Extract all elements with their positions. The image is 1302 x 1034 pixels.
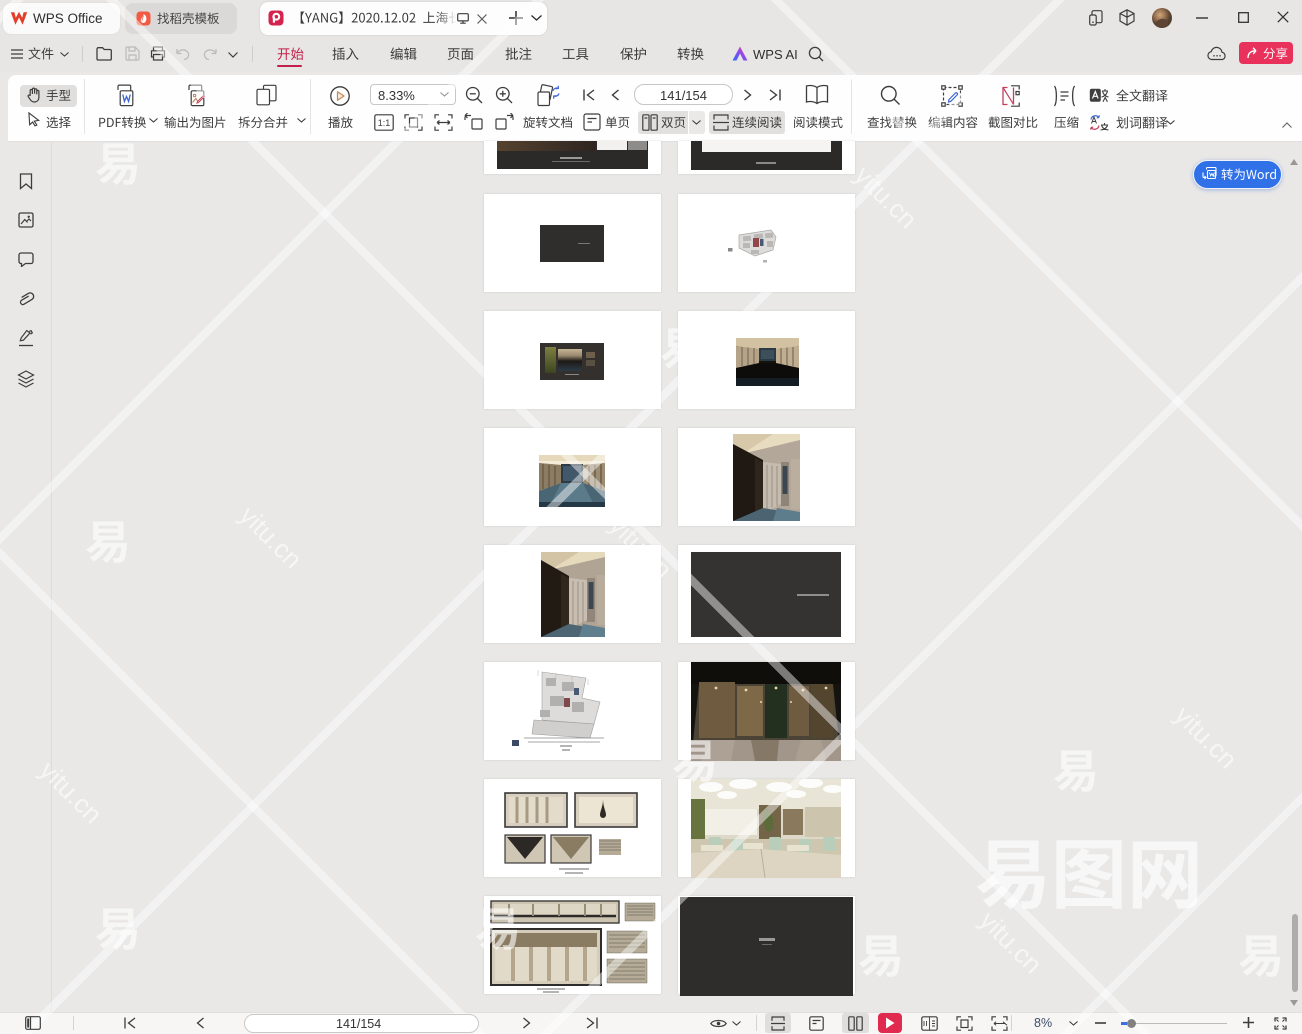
svg-text:1:1: 1:1	[378, 118, 391, 128]
